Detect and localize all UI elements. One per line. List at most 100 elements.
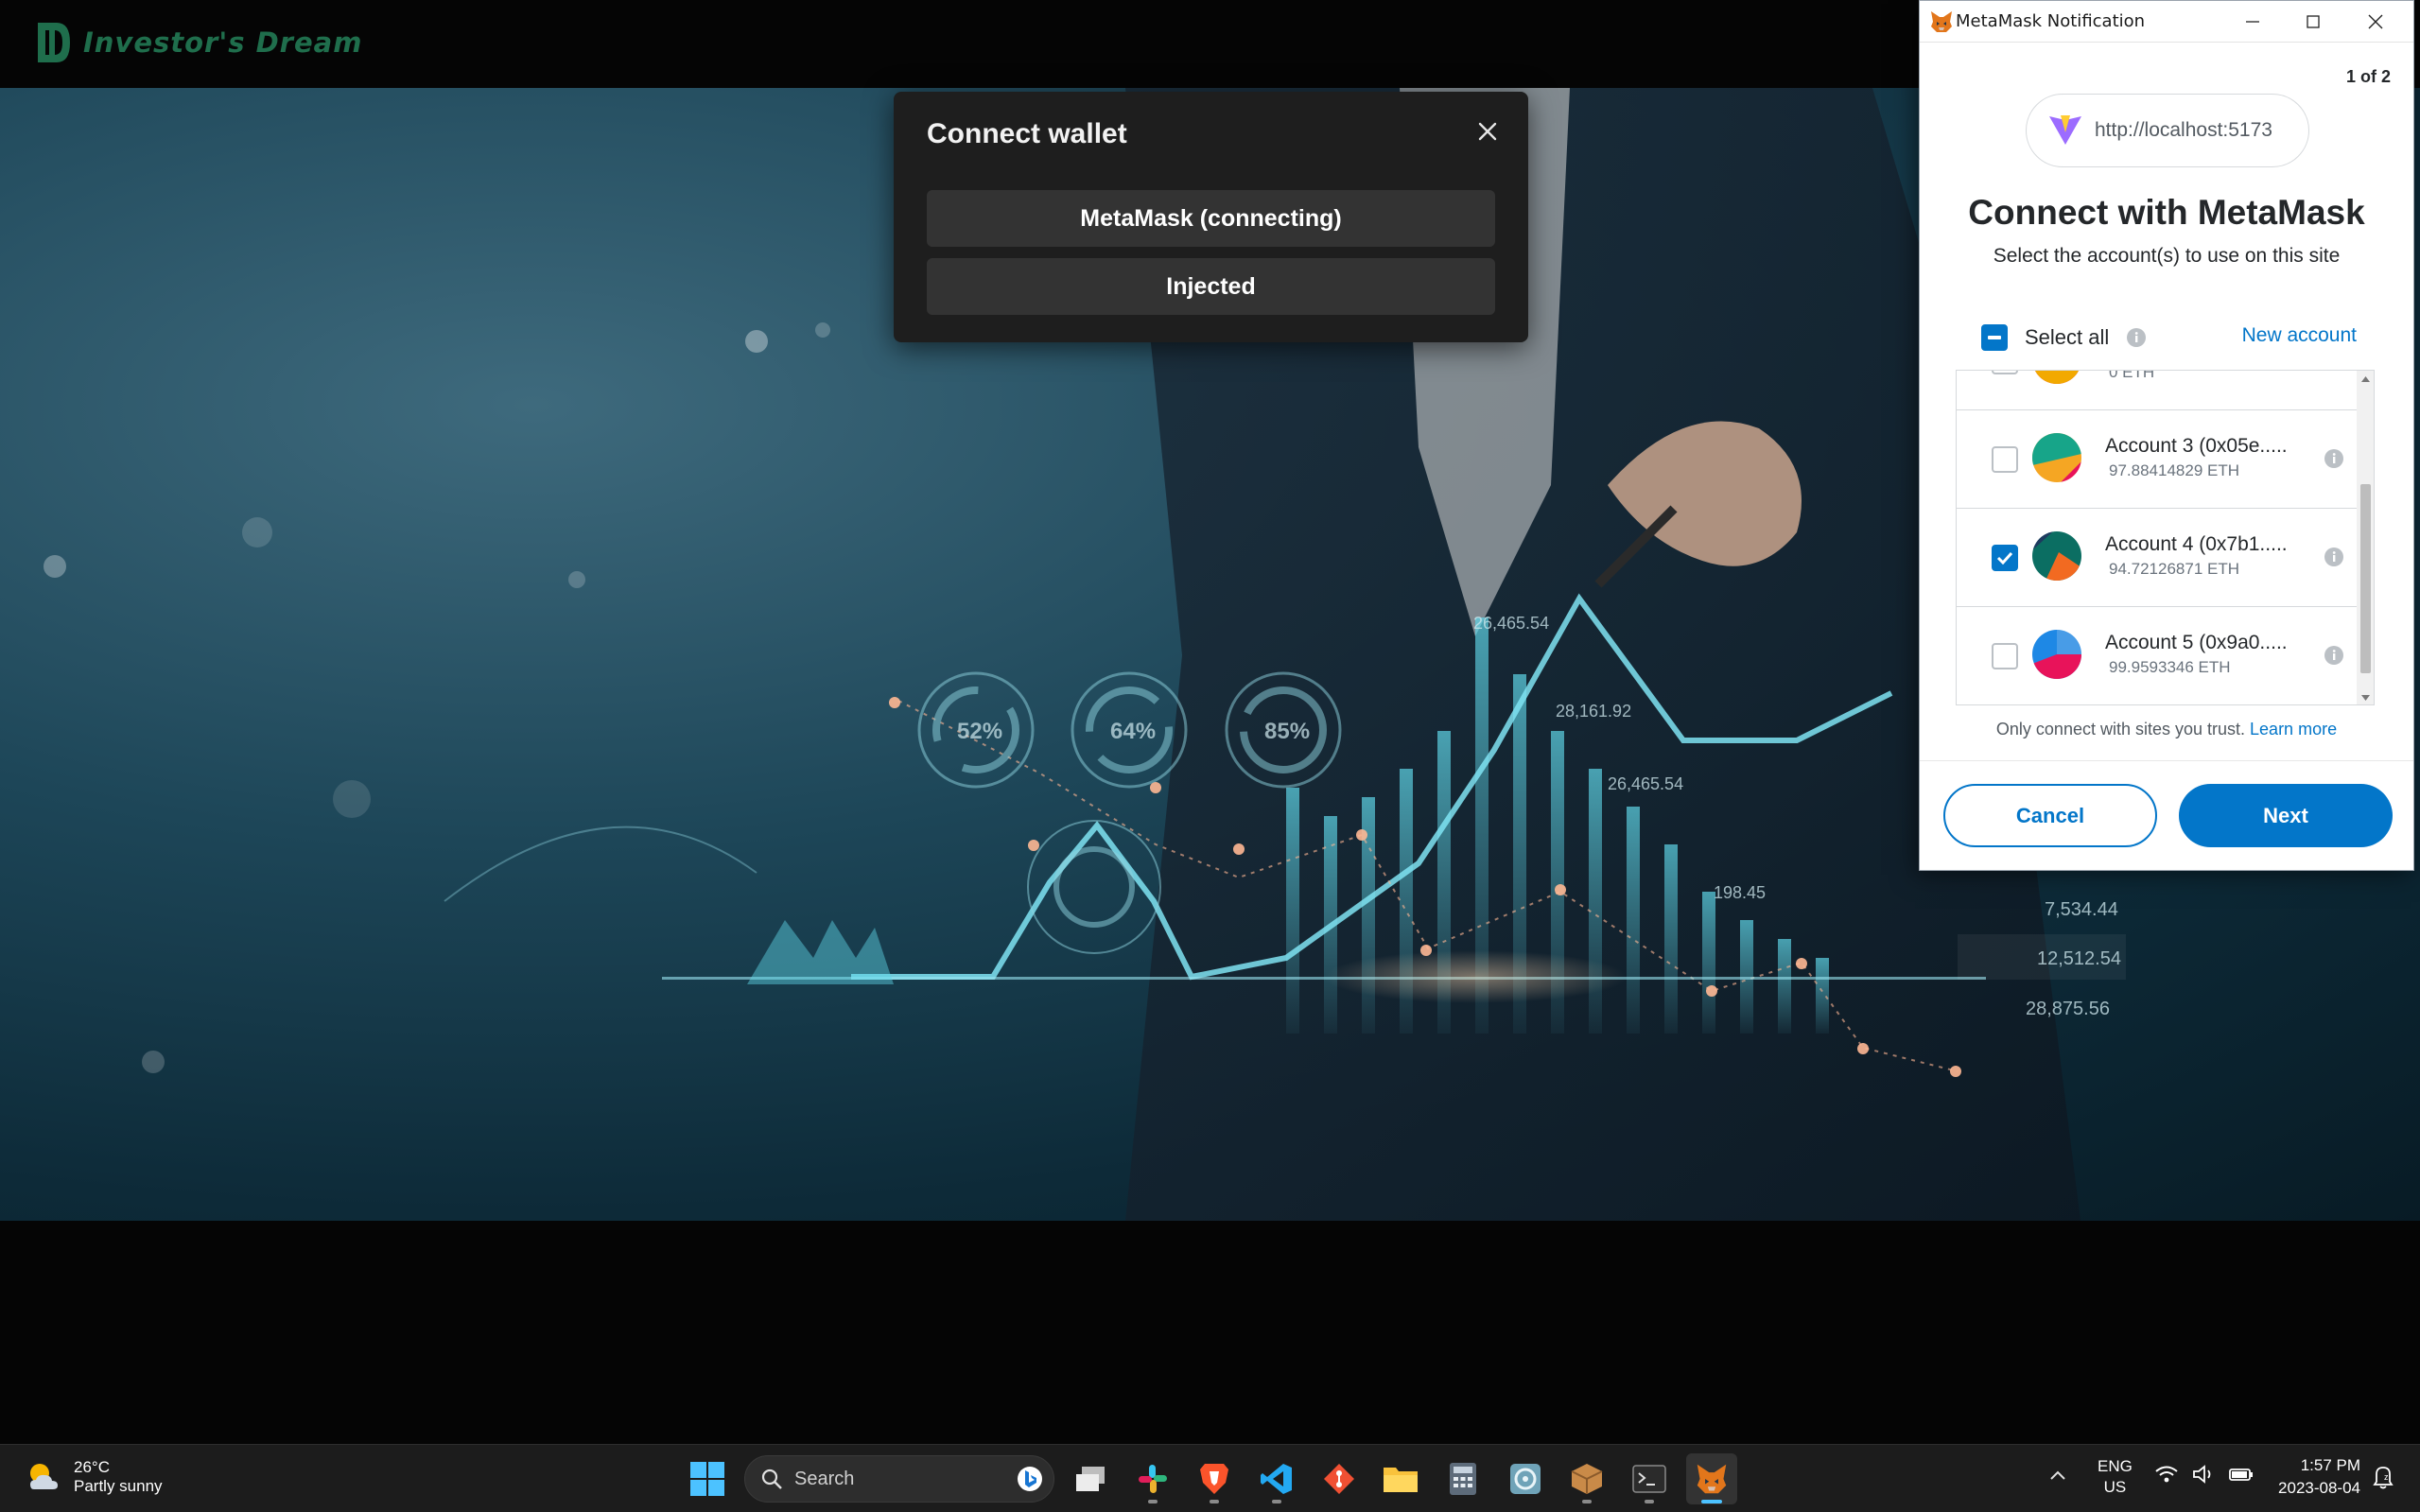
account-checkbox[interactable]	[1992, 371, 2018, 374]
chart-value: 26,465.54	[1473, 614, 1549, 633]
account-checkbox[interactable]	[1992, 446, 2018, 473]
windows-start-icon[interactable]	[688, 1460, 726, 1498]
account-row[interactable]: Account 4 (0x7b1..... 94.72126871 ETH	[1957, 509, 2357, 607]
weather-temperature: 26°C	[74, 1458, 110, 1476]
minimize-button[interactable]	[2222, 1, 2283, 43]
metamask-fox-icon	[1931, 11, 1952, 32]
desktop-screen: Investor's Dream 52% 64% 85% 26,465.54 2…	[0, 0, 2420, 1512]
notification-bell-icon[interactable]: z	[2372, 1464, 2394, 1490]
weather-condition: Partly sunny	[74, 1477, 163, 1495]
account-name: Account 5 (0x9a0.....	[2105, 632, 2288, 653]
clock-date: 2023-08-04	[2278, 1479, 2360, 1497]
chevron-up-icon[interactable]	[2047, 1466, 2068, 1486]
account-checkbox[interactable]	[1992, 545, 2018, 571]
box-app[interactable]	[1561, 1453, 1612, 1504]
site-origin-url: http://localhost:5173	[2095, 119, 2272, 141]
partly-sunny-icon	[30, 1464, 58, 1489]
system-clock[interactable]: 1:57 PM 2023-08-04	[2258, 1454, 2360, 1500]
running-indicator	[1272, 1500, 1281, 1503]
bing-icon	[1018, 1467, 1042, 1491]
wifi-icon	[2155, 1466, 2178, 1483]
gauge-label: 52%	[957, 719, 1002, 744]
fan-app[interactable]	[1500, 1453, 1551, 1504]
account-balance: 0 ETH	[2109, 370, 2155, 381]
search-label: Search	[794, 1468, 855, 1489]
injected-connector-button[interactable]: Injected	[927, 258, 1495, 315]
account-row[interactable]: Account 5 (0x9a0..... 99.9593346 ETH	[1957, 607, 2357, 704]
modal-close-button[interactable]	[1469, 113, 1506, 150]
running-indicator	[1582, 1500, 1592, 1503]
page-bottom-area	[0, 1221, 2420, 1444]
folder-icon	[1384, 1468, 1418, 1492]
account-row[interactable]: 0 ETH	[1957, 370, 2357, 410]
git-app[interactable]	[1314, 1453, 1365, 1504]
input-language[interactable]: ENG US	[2098, 1456, 2133, 1498]
taskbar-search[interactable]: Search	[744, 1455, 1054, 1503]
system-tray[interactable]	[2154, 1464, 2255, 1485]
trust-notice: Only connect with sites you trust. Learn…	[1920, 720, 2413, 739]
modal-title: Connect wallet	[927, 118, 1127, 149]
account-avatar	[2032, 371, 2081, 384]
metamask-connector-button[interactable]: MetaMask (connecting)	[927, 190, 1495, 247]
brave-app[interactable]	[1189, 1453, 1240, 1504]
close-icon	[1478, 122, 1497, 141]
brand[interactable]: Investor's Dream	[32, 19, 362, 66]
new-account-link[interactable]: New account	[2242, 324, 2357, 347]
select-all-label: Select all	[2025, 325, 2110, 349]
account-list-scrollbar[interactable]	[2357, 371, 2375, 704]
clock-time: 1:57 PM	[2300, 1456, 2360, 1474]
scroll-up-icon[interactable]	[2357, 373, 2375, 386]
chart-value: 7,534.44	[2045, 899, 2118, 920]
chart-value: 28,161.92	[1556, 702, 1631, 721]
trust-text: Only connect with sites you trust.	[1995, 720, 2246, 739]
window-title: MetaMask Notification	[1956, 11, 2146, 31]
maximize-icon	[2307, 15, 2320, 28]
account-checkbox[interactable]	[1992, 643, 2018, 669]
metamask-app[interactable]	[1686, 1453, 1737, 1504]
chart-value: 28,875.56	[2026, 999, 2110, 1019]
info-icon[interactable]	[2324, 645, 2344, 666]
search-icon	[761, 1469, 782, 1489]
fan-control-icon	[1510, 1464, 1541, 1494]
gauge-label: 64%	[1110, 719, 1156, 744]
info-icon[interactable]	[2126, 327, 2147, 348]
vscode-app[interactable]	[1251, 1453, 1302, 1504]
file-explorer-app[interactable]	[1375, 1453, 1426, 1504]
scroll-thumb[interactable]	[2360, 484, 2371, 673]
region-code: US	[2103, 1478, 2127, 1496]
site-origin-pill: http://localhost:5173	[2026, 94, 2309, 167]
connect-heading: Connect with MetaMask	[1968, 193, 2365, 232]
learn-more-link[interactable]: Learn more	[2250, 720, 2337, 739]
calculator-app[interactable]	[1437, 1453, 1489, 1504]
slack-app[interactable]	[1127, 1453, 1178, 1504]
select-all-checkbox[interactable]	[1981, 324, 2008, 351]
cancel-button[interactable]: Cancel	[1943, 784, 2157, 847]
window-close-button[interactable]	[2345, 1, 2406, 43]
maximize-button[interactable]	[2283, 1, 2343, 43]
scroll-down-icon[interactable]	[2357, 691, 2375, 704]
info-icon[interactable]	[2324, 547, 2344, 567]
chart-value: 198.45	[1714, 883, 1766, 902]
footer-divider	[1920, 760, 2413, 761]
metamask-notification-window: MetaMask Notification 1 of 2 http://loca…	[1919, 0, 2414, 871]
vscode-icon	[1261, 1464, 1292, 1494]
package-icon	[1571, 1464, 1603, 1494]
running-indicator	[1645, 1500, 1654, 1503]
weather-widget[interactable]: 26°C Partly sunny	[25, 1458, 163, 1496]
running-indicator	[1148, 1500, 1158, 1503]
account-balance: 94.72126871 ETH	[2109, 560, 2239, 578]
chart-value: 12,512.54	[2037, 948, 2121, 969]
next-button[interactable]: Next	[2179, 784, 2393, 847]
task-view-app[interactable]	[1065, 1453, 1116, 1504]
brand-name: Investor's Dream	[83, 26, 363, 59]
minimize-icon	[2246, 21, 2259, 23]
account-row[interactable]: Account 3 (0x05e..... 97.88414829 ETH	[1957, 410, 2357, 509]
language-code: ENG	[2098, 1457, 2133, 1475]
account-name: Account 4 (0x7b1.....	[2105, 533, 2288, 555]
window-titlebar[interactable]: MetaMask Notification	[1920, 1, 2413, 43]
brand-logo-icon	[38, 23, 70, 62]
info-icon[interactable]	[2324, 448, 2344, 469]
slack-icon	[1139, 1465, 1167, 1493]
terminal-app[interactable]	[1624, 1453, 1675, 1504]
git-icon	[1324, 1464, 1354, 1494]
